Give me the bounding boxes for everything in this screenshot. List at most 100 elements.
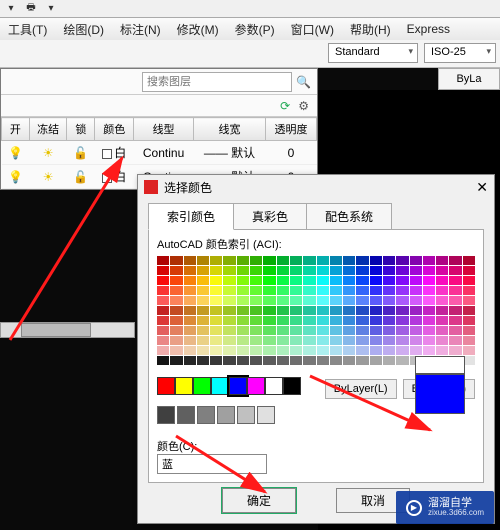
- palette-cell[interactable]: [463, 316, 475, 325]
- palette-cell[interactable]: [184, 296, 196, 305]
- palette-cell[interactable]: [383, 256, 395, 265]
- palette-cell[interactable]: [330, 336, 342, 345]
- palette-cell[interactable]: [449, 286, 461, 295]
- palette-cell[interactable]: [343, 286, 355, 295]
- palette-cell[interactable]: [356, 336, 368, 345]
- palette-cell[interactable]: [290, 286, 302, 295]
- palette-cell[interactable]: [410, 336, 422, 345]
- palette-cell[interactable]: [263, 296, 275, 305]
- color-cell[interactable]: 白: [95, 141, 134, 165]
- palette-gray-cell[interactable]: [277, 356, 289, 365]
- palette-cell[interactable]: [463, 286, 475, 295]
- palette-cell[interactable]: [303, 336, 315, 345]
- palette-cell[interactable]: [370, 296, 382, 305]
- palette-cell[interactable]: [436, 266, 448, 275]
- palette-cell[interactable]: [370, 306, 382, 315]
- palette-cell[interactable]: [197, 296, 209, 305]
- palette-cell[interactable]: [410, 346, 422, 355]
- palette-cell[interactable]: [383, 316, 395, 325]
- palette-cell[interactable]: [184, 326, 196, 335]
- palette-cell[interactable]: [223, 256, 235, 265]
- palette-cell[interactable]: [317, 346, 329, 355]
- palette-cell[interactable]: [396, 276, 408, 285]
- palette-cell[interactable]: [383, 336, 395, 345]
- palette-cell[interactable]: [423, 316, 435, 325]
- palette-cell[interactable]: [356, 276, 368, 285]
- palette-cell[interactable]: [303, 256, 315, 265]
- palette-cell[interactable]: [423, 336, 435, 345]
- gray-shade-swatch[interactable]: [257, 406, 275, 424]
- palette-cell[interactable]: [263, 346, 275, 355]
- palette-cell[interactable]: [383, 306, 395, 315]
- gray-shade-swatch[interactable]: [217, 406, 235, 424]
- palette-cell[interactable]: [317, 266, 329, 275]
- line-style-dropdown[interactable]: ISO-25: [424, 43, 496, 63]
- palette-cell[interactable]: [449, 256, 461, 265]
- palette-cell[interactable]: [317, 256, 329, 265]
- palette-cell[interactable]: [356, 346, 368, 355]
- palette-cell[interactable]: [436, 336, 448, 345]
- palette-cell[interactable]: [356, 306, 368, 315]
- palette-cell[interactable]: [157, 296, 169, 305]
- palette-cell[interactable]: [184, 336, 196, 345]
- palette-cell[interactable]: [237, 256, 249, 265]
- palette-cell[interactable]: [370, 266, 382, 275]
- palette-cell[interactable]: [343, 266, 355, 275]
- palette-cell[interactable]: [449, 326, 461, 335]
- palette-cell[interactable]: [356, 326, 368, 335]
- sun-icon[interactable]: ☀: [43, 146, 54, 160]
- palette-cell[interactable]: [290, 336, 302, 345]
- standard-color-swatch[interactable]: [247, 377, 265, 395]
- palette-cell[interactable]: [330, 306, 342, 315]
- palette-cell[interactable]: [290, 256, 302, 265]
- palette-cell[interactable]: [263, 316, 275, 325]
- dropdown-icon[interactable]: ▾: [44, 2, 58, 16]
- palette-cell[interactable]: [250, 276, 262, 285]
- palette-cell[interactable]: [317, 336, 329, 345]
- palette-cell[interactable]: [277, 256, 289, 265]
- layer-search-input[interactable]: [142, 72, 292, 92]
- palette-cell[interactable]: [157, 316, 169, 325]
- palette-cell[interactable]: [370, 276, 382, 285]
- palette-cell[interactable]: [396, 256, 408, 265]
- palette-cell[interactable]: [356, 296, 368, 305]
- gray-shade-swatch[interactable]: [197, 406, 215, 424]
- palette-cell[interactable]: [223, 296, 235, 305]
- palette-cell[interactable]: [317, 296, 329, 305]
- palette-cell[interactable]: [290, 296, 302, 305]
- palette-cell[interactable]: [463, 326, 475, 335]
- palette-cell[interactable]: [250, 336, 262, 345]
- tab-color-books[interactable]: 配色系统: [306, 203, 392, 230]
- palette-cell[interactable]: [303, 286, 315, 295]
- print-icon[interactable]: 🖶: [24, 2, 38, 16]
- palette-cell[interactable]: [170, 306, 182, 315]
- palette-cell[interactable]: [277, 266, 289, 275]
- palette-cell[interactable]: [396, 326, 408, 335]
- palette-cell[interactable]: [449, 336, 461, 345]
- palette-cell[interactable]: [436, 256, 448, 265]
- palette-gray-cell[interactable]: [157, 356, 169, 365]
- palette-cell[interactable]: [170, 256, 182, 265]
- palette-cell[interactable]: [210, 276, 222, 285]
- palette-cell[interactable]: [263, 256, 275, 265]
- palette-cell[interactable]: [263, 306, 275, 315]
- palette-gray-cell[interactable]: [303, 356, 315, 365]
- palette-gray-cell[interactable]: [370, 356, 382, 365]
- color-cell[interactable]: 白: [95, 165, 134, 189]
- palette-cell[interactable]: [343, 276, 355, 285]
- bylayer-dropdown[interactable]: ByLa: [438, 68, 500, 90]
- palette-cell[interactable]: [330, 256, 342, 265]
- palette-cell[interactable]: [436, 296, 448, 305]
- palette-cell[interactable]: [197, 306, 209, 315]
- palette-cell[interactable]: [250, 256, 262, 265]
- palette-cell[interactable]: [290, 316, 302, 325]
- palette-gray-cell[interactable]: [317, 356, 329, 365]
- col-on[interactable]: 开: [2, 118, 30, 141]
- bylayer-button[interactable]: ByLayer(L): [325, 379, 397, 399]
- palette-cell[interactable]: [410, 286, 422, 295]
- gray-shade-swatch[interactable]: [177, 406, 195, 424]
- palette-cell[interactable]: [210, 306, 222, 315]
- palette-cell[interactable]: [250, 326, 262, 335]
- palette-cell[interactable]: [410, 326, 422, 335]
- palette-cell[interactable]: [343, 336, 355, 345]
